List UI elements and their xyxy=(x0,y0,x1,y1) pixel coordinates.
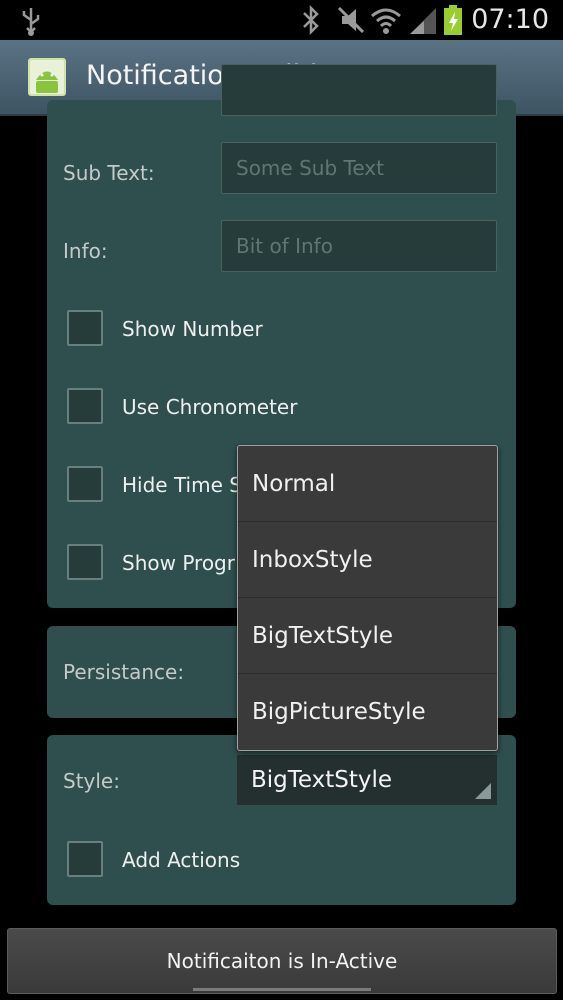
notification-status-button[interactable]: Notificaiton is In-Active xyxy=(7,928,557,994)
show-number-checkbox[interactable] xyxy=(67,310,103,346)
android-app-icon xyxy=(28,58,66,96)
wifi-icon xyxy=(371,8,401,34)
button-underline xyxy=(193,988,371,991)
title-field-partial[interactable] xyxy=(221,64,497,116)
style-spinner-value: BigTextStyle xyxy=(251,767,393,793)
usb-icon xyxy=(22,8,40,36)
signal-icon xyxy=(410,8,436,34)
style-option-normal[interactable]: Normal xyxy=(238,446,497,522)
battery-charging-icon xyxy=(444,5,462,35)
persistance-label: Persistance: xyxy=(63,660,185,684)
use-chronometer-label: Use Chronometer xyxy=(122,395,298,419)
show-number-label: Show Number xyxy=(122,317,263,341)
bluetooth-icon xyxy=(303,4,319,36)
add-actions-checkbox[interactable] xyxy=(67,841,103,877)
add-actions-label: Add Actions xyxy=(122,848,241,872)
clock: 07:10 xyxy=(471,4,549,35)
style-option-inboxstyle[interactable]: InboxStyle xyxy=(238,522,497,598)
use-chronometer-checkbox[interactable] xyxy=(67,388,103,424)
status-bar: 07:10 xyxy=(0,0,563,40)
style-dropdown: Normal InboxStyle BigTextStyle BigPictur… xyxy=(237,445,498,751)
mute-icon xyxy=(337,6,365,34)
style-spinner[interactable]: BigTextStyle xyxy=(237,755,497,806)
style-panel: Style: BigTextStyle Add Actions xyxy=(47,735,516,905)
spinner-arrow-icon xyxy=(475,783,491,799)
style-label: Style: xyxy=(63,769,120,793)
style-option-bigpicturestyle[interactable]: BigPictureStyle xyxy=(238,674,497,750)
show-progress-checkbox[interactable] xyxy=(67,544,103,580)
info-label: Info: xyxy=(63,239,108,263)
style-option-bigtextstyle[interactable]: BigTextStyle xyxy=(238,598,497,674)
hide-time-label: Hide Time S xyxy=(122,473,242,497)
hide-time-checkbox[interactable] xyxy=(67,466,103,502)
sub-text-label: Sub Text: xyxy=(63,161,155,185)
show-progress-label: Show Progr xyxy=(122,551,235,575)
info-field[interactable]: Bit of Info xyxy=(221,220,497,272)
sub-text-field[interactable]: Some Sub Text xyxy=(221,142,497,194)
